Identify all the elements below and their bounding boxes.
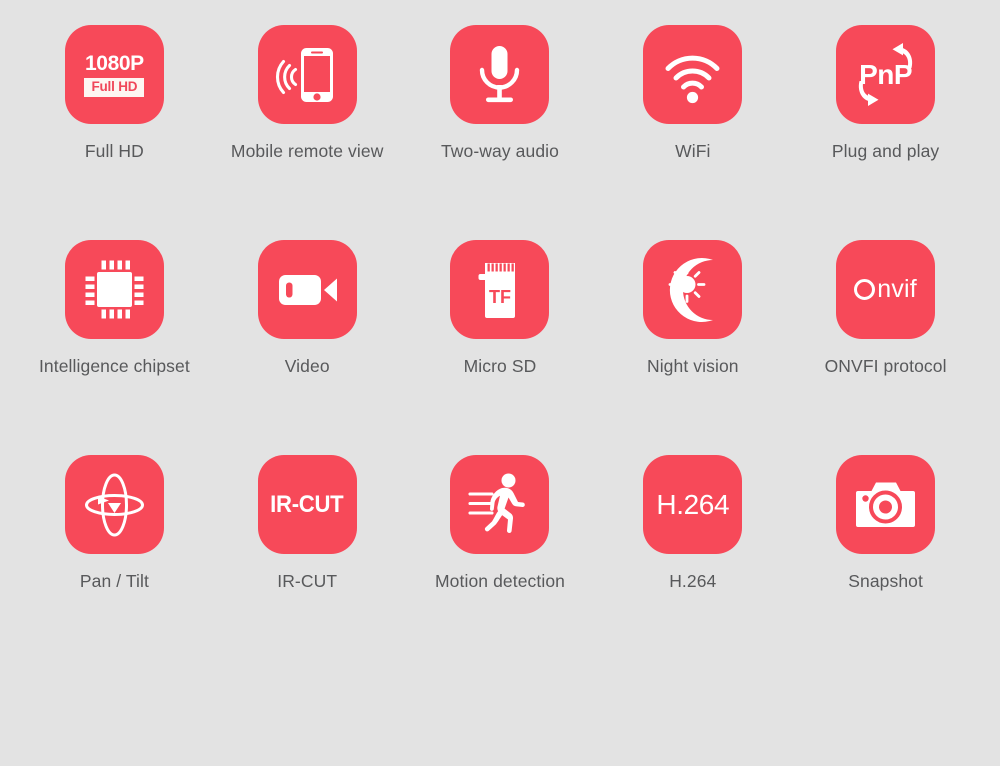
wifi-icon [665,55,720,104]
feature-item-plug-and-play[interactable]: PnP Plug and play [789,25,982,240]
feature-grid: 1080P Full HD Full HD Mobile remote view… [0,0,1000,766]
ir-cut-icon: IR-CUT [270,490,344,518]
chipset-icon [85,260,144,319]
feature-item-two-way-audio[interactable]: Two-way audio [404,25,597,240]
feature-label: H.264 [669,571,717,591]
feature-item-h264[interactable]: H.264 H.264 [596,455,789,670]
night-vision-tile[interactable] [643,240,743,339]
onvif-protocol-tile[interactable]: nvif [836,240,936,339]
onvif-logo-icon: nvif [854,275,917,304]
pnp-label: PnP [859,58,913,90]
pan-tilt-rotation-icon [84,473,144,537]
feature-label: Two-way audio [440,141,559,161]
feature-label: IR-CUT [277,571,338,591]
wifi-tile[interactable] [643,25,743,124]
feature-label: WiFi [675,141,711,161]
moon-sun-icon [668,258,714,322]
feature-item-snapshot[interactable]: Snapshot [789,455,982,670]
feature-label: ONVFI protocol [824,356,947,376]
full-hd-icon: 1080P Full HD [84,51,145,97]
feature-label: Motion detection [434,571,565,591]
pan-tilt-tile[interactable] [64,455,164,554]
h264-tile[interactable]: H.264 [643,455,743,554]
full-hd-tile[interactable]: 1080P Full HD [64,25,164,124]
micro-sd-tile[interactable]: TF [450,240,550,339]
feature-item-mobile-remote-view[interactable]: Mobile remote view [211,25,404,240]
ir-cut-tile[interactable]: IR-CUT [257,455,357,554]
motion-detection-tile[interactable] [450,455,550,554]
onvif-o-letter [854,279,876,300]
feature-label: Night vision [646,356,739,376]
feature-label: Full HD [84,141,144,161]
resolution-label: 1080P [85,51,144,75]
tf-label: TF [489,287,511,307]
feature-label: Intelligence chipset [38,356,190,376]
video-tile[interactable] [257,240,357,339]
mobile-remote-view-tile[interactable] [257,25,357,124]
onvif-wordmark: nvif [877,275,917,303]
feature-item-night-vision[interactable]: Night vision [596,240,789,455]
micro-sd-card-icon: TF [478,263,516,318]
video-camera-icon [278,275,337,305]
feature-item-ir-cut[interactable]: IR-CUT IR-CUT [211,455,404,670]
feature-label: Mobile remote view [230,141,384,161]
feature-label: Snapshot [848,571,923,591]
feature-item-motion-detection[interactable]: Motion detection [404,455,597,670]
feature-label: Micro SD [463,356,537,376]
feature-label: Video [284,356,330,376]
feature-item-onvif-protocol[interactable]: nvif ONVFI protocol [789,240,982,455]
snapshot-tile[interactable] [836,455,936,554]
plug-and-play-tile[interactable]: PnP [836,25,936,124]
two-way-audio-tile[interactable] [450,25,550,124]
full-hd-badge: Full HD [84,77,145,97]
feature-item-wifi[interactable]: WiFi [596,25,789,240]
h264-icon: H.264 [656,488,730,520]
running-person-icon [468,473,526,534]
microphone-icon [480,46,520,103]
feature-item-intelligence-chipset[interactable]: Intelligence chipset [18,240,211,455]
feature-item-full-hd[interactable]: 1080P Full HD Full HD [18,25,211,240]
camera-icon [856,482,916,527]
intelligence-chipset-tile[interactable] [64,240,164,339]
feature-item-micro-sd[interactable]: TF Micro SD [404,240,597,455]
feature-label: Pan / Tilt [79,571,149,591]
feature-item-pan-tilt[interactable]: Pan / Tilt [18,455,211,670]
feature-item-video[interactable]: Video [211,240,404,455]
mobile-phone-signal-icon [275,48,333,102]
feature-label: Plug and play [831,141,940,161]
